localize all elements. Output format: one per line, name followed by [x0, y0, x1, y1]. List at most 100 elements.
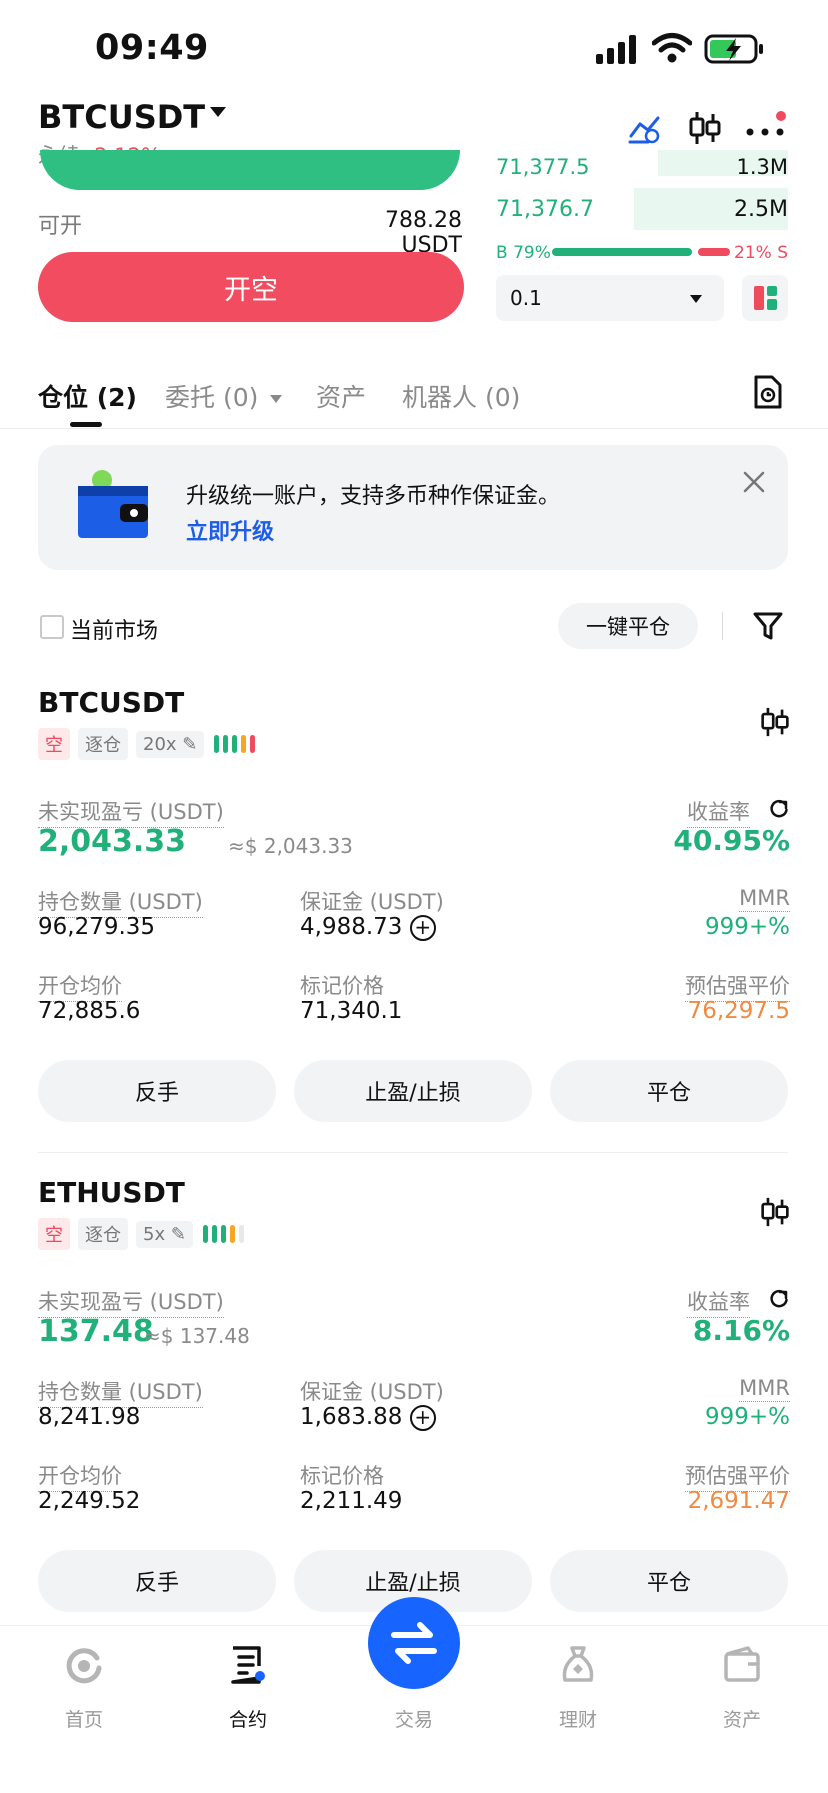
nav-assets[interactable]: 资产: [692, 1705, 792, 1732]
close-icon[interactable]: [742, 470, 766, 494]
tab-orders[interactable]: 委托 (0): [165, 378, 283, 414]
tab-positions[interactable]: 仓位 (2): [38, 378, 137, 414]
refresh-icon[interactable]: [768, 798, 790, 820]
mmr-value: 999+%: [704, 914, 790, 940]
tpsl-button[interactable]: 止盈/止损: [294, 1060, 532, 1122]
orderbook-price[interactable]: 71,376.7: [496, 197, 594, 222]
nav-contract[interactable]: 合约: [198, 1705, 298, 1732]
orderbook-size: 2.5M: [734, 197, 788, 222]
contract-icon[interactable]: [228, 1644, 268, 1686]
position-size: 8,241.98: [38, 1404, 141, 1430]
symbol-selector[interactable]: BTCUSDT: [38, 98, 205, 136]
margin-value: 4,988.73 +: [300, 914, 436, 941]
open-short-button[interactable]: 开空: [38, 252, 464, 322]
trend-chart-icon[interactable]: [628, 110, 664, 146]
tab-orders-label: 委托 (0): [165, 383, 259, 412]
edit-icon: ✎: [182, 733, 198, 755]
depth-step-select[interactable]: 0.1: [496, 275, 724, 321]
current-market-label[interactable]: 当前市场: [70, 613, 158, 645]
roe-value: 8.16%: [692, 1314, 790, 1347]
mark-price: 71,340.1: [300, 998, 403, 1024]
current-market-checkbox[interactable]: [40, 615, 64, 639]
orderbook-price[interactable]: 71,377.5: [496, 155, 590, 179]
swap-arrows-icon: [391, 1622, 437, 1664]
candlestick-icon[interactable]: [760, 1196, 790, 1228]
margin-mode-badge: 逐仓: [78, 1218, 128, 1250]
finance-icon[interactable]: [558, 1644, 598, 1686]
risk-level-indicator: [202, 1225, 244, 1243]
mmr-label[interactable]: MMR: [739, 886, 790, 912]
pnl-approx: ≈$ 2,043.33: [228, 834, 353, 858]
nav-home[interactable]: 首页: [34, 1705, 134, 1732]
unrealized-pnl: 2,043.33: [38, 824, 187, 859]
order-slider-bar: [40, 150, 460, 190]
leverage-value: 20x: [143, 733, 177, 755]
tab-bots[interactable]: 机器人 (0): [402, 378, 520, 414]
position-symbol[interactable]: BTCUSDT: [38, 686, 184, 719]
chevron-down-icon: [690, 295, 702, 303]
mmr-value: 999+%: [704, 1404, 790, 1430]
chevron-down-icon: [270, 395, 283, 403]
divider: [0, 428, 828, 429]
wallet-illustration-icon: [78, 470, 148, 538]
wifi-icon: [652, 33, 692, 63]
leverage-badge[interactable]: 5x ✎: [136, 1220, 193, 1248]
orderbook-size: 1.3M: [736, 155, 788, 179]
divider: [38, 1152, 788, 1153]
close-position-button[interactable]: 平仓: [550, 1060, 788, 1122]
more-icon[interactable]: [744, 110, 790, 146]
edit-icon: ✎: [170, 1223, 186, 1245]
assets-wallet-icon[interactable]: [722, 1644, 762, 1686]
refresh-icon[interactable]: [768, 1288, 790, 1310]
entry-price: 2,249.52: [38, 1488, 141, 1514]
position-size: 96,279.35: [38, 914, 156, 940]
candlestick-icon[interactable]: [760, 706, 790, 738]
entry-price: 72,885.6: [38, 998, 141, 1024]
buy-ratio-bar: [552, 248, 692, 256]
reverse-button[interactable]: 反手: [38, 1550, 276, 1612]
trade-button[interactable]: [368, 1597, 460, 1689]
nav-finance[interactable]: 理财: [528, 1705, 628, 1732]
position-card: BTCUSDT 空 逐仓 20x ✎ 未实现盈亏 (USDT) 2,043.33…: [0, 686, 828, 1153]
sell-ratio: 21% S: [734, 243, 788, 263]
home-icon[interactable]: [64, 1646, 104, 1686]
side-badge: 空: [38, 1218, 70, 1250]
available-label: 可开: [38, 214, 83, 239]
tab-assets[interactable]: 资产: [316, 378, 366, 414]
position-symbol[interactable]: ETHUSDT: [38, 1176, 185, 1209]
upgrade-link[interactable]: 立即升级: [186, 514, 274, 546]
mmr-label[interactable]: MMR: [739, 1376, 790, 1402]
divider: [722, 612, 723, 640]
chevron-down-icon[interactable]: [210, 107, 226, 117]
depth-step-value: 0.1: [510, 286, 542, 310]
add-margin-icon[interactable]: +: [409, 914, 436, 941]
reverse-button[interactable]: 反手: [38, 1060, 276, 1122]
leverage-badge[interactable]: 20x ✎: [136, 730, 205, 758]
close-position-button[interactable]: 平仓: [550, 1550, 788, 1612]
add-margin-icon[interactable]: +: [409, 1404, 436, 1431]
margin-label: 保证金 (USDT): [300, 890, 444, 914]
position-card: ETHUSDT 空 逐仓 5x ✎ 未实现盈亏 (USDT) 137.48 ≈$…: [0, 1176, 828, 1636]
orderbook-layout-button[interactable]: [742, 275, 788, 321]
position-tags: 空 逐仓 5x ✎: [38, 1218, 244, 1250]
side-badge: 空: [38, 728, 70, 760]
pnl-approx: ≈$ 137.48: [144, 1324, 250, 1348]
margin-amount: 4,988.73: [300, 914, 403, 940]
mark-price-label: 标记价格: [300, 1464, 384, 1488]
candlestick-icon[interactable]: [688, 110, 722, 146]
nav-trade[interactable]: 交易: [364, 1705, 464, 1732]
leverage-value: 5x: [143, 1223, 166, 1245]
status-time: 09:49: [95, 28, 209, 68]
margin-mode-badge: 逐仓: [78, 728, 128, 760]
margin-label: 保证金 (USDT): [300, 1380, 444, 1404]
liq-price: 2,691.47: [687, 1488, 790, 1514]
battery-charging-icon: [704, 34, 763, 64]
filter-icon[interactable]: [752, 610, 784, 642]
margin-value: 1,683.88 +: [300, 1404, 436, 1431]
banner-text: 升级统一账户，支持多币种作保证金。: [186, 484, 561, 509]
close-all-button[interactable]: 一键平仓: [558, 603, 698, 649]
history-icon[interactable]: [752, 374, 784, 410]
unrealized-pnl: 137.48: [38, 1314, 154, 1349]
roe-value: 40.95%: [673, 824, 790, 857]
liq-price: 76,297.5: [687, 998, 790, 1024]
